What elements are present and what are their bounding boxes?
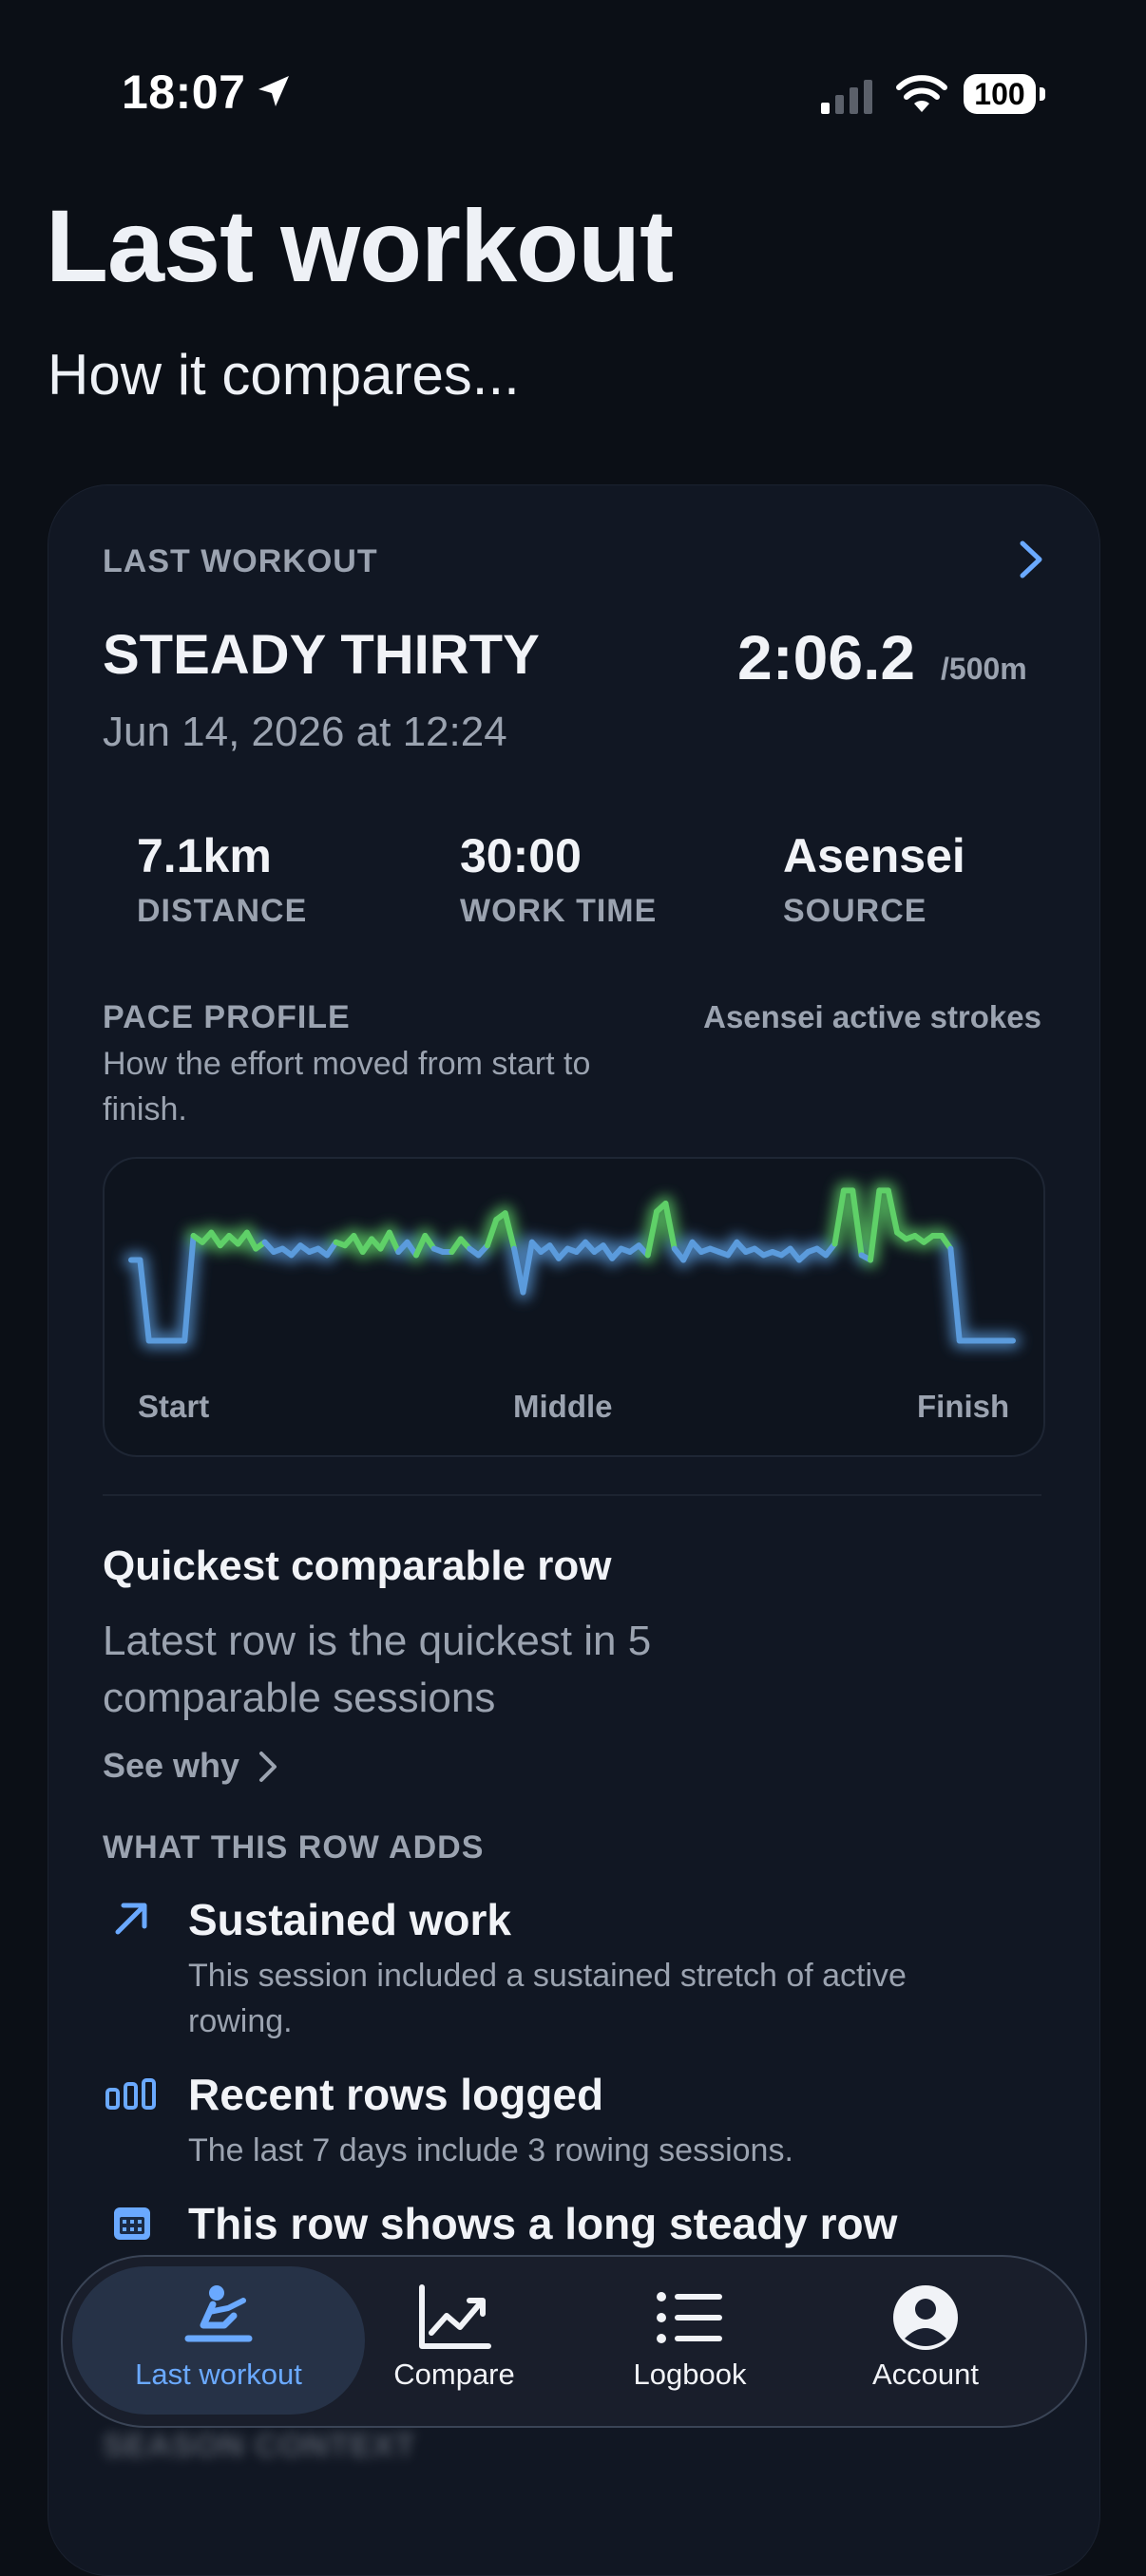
page-subtitle: How it compares... [48,343,520,407]
workout-name: STEADY THIRTY [103,624,540,686]
item-sustained-work-title: Sustained work [188,1895,511,1944]
item-recent-rows-title: Recent rows logged [188,2070,604,2119]
card-divider [103,1494,1041,1496]
pace-profile-chart [124,1183,1021,1349]
location-arrow-icon [258,76,289,106]
what-this-row-adds-label: WHAT THIS ROW ADDS [103,1829,485,1866]
arrow-up-right-icon [115,1903,147,1935]
chart-axis-start: Start [138,1389,210,1424]
cellular-signal-icon [821,80,872,114]
battery-icon: 100 [964,74,1045,116]
item-sustained-work-description: This session included a sustained stretc… [188,1958,907,2039]
chevron-right-icon[interactable] [257,1750,279,1784]
chevron-right-icon[interactable] [1015,540,1047,579]
card-header-label: LAST WORKOUT [103,543,378,579]
tab-last-workout[interactable]: Last workout [95,2283,342,2407]
workout-date: Jun 14, 2026 at 12:24 [103,709,507,755]
stat-work-time-label: WORK TIME [460,893,658,929]
quickest-row-title: Quickest comparable row [103,1543,612,1589]
tab-logbook[interactable]: Logbook [566,2283,813,2407]
average-pace: 2:06.2 [737,622,916,692]
stat-source-value: Asensei [783,829,965,882]
see-why-link[interactable]: See why [103,1746,239,1786]
status-time: 18:07 [122,66,246,119]
tab-compare[interactable]: Compare [331,2283,578,2407]
tab-label: Compare [393,2358,515,2391]
person-circle-icon [893,2285,958,2350]
stat-work-time-value: 30:00 [460,829,582,882]
tab-label: Account [871,2358,979,2391]
season-context-label: SEASON CONTEXT [103,2428,416,2464]
quickest-row-description: Latest row is the quickest in 5 comparab… [103,1618,652,1721]
wifi-icon [896,75,947,112]
pace-profile-source: Asensei active strokes [703,999,1041,1034]
item-recent-rows-description: The last 7 days include 3 rowing session… [188,2132,793,2169]
status-bar: 18:07 100 [0,65,1146,122]
stat-distance-value: 7.1km [137,829,272,882]
item-long-steady-row-title: This row shows a long steady row [188,2199,898,2248]
stat-distance-label: DISTANCE [137,893,308,929]
trend-chart-icon [419,2284,491,2349]
tab-label: Last workout [135,2358,302,2391]
bars-icon [105,2078,156,2110]
pace-profile-title: PACE PROFILE [103,999,351,1035]
pace-profile-description: How the effort moved from start to finis… [103,1046,591,1127]
battery-level: 100 [964,74,1036,114]
pace-unit: /500m [941,652,1027,686]
chart-axis-finish: Finish [917,1389,1010,1424]
list-icon [657,2292,722,2343]
page-title: Last workout [46,188,674,303]
stat-source-label: SOURCE [783,893,927,929]
tab-account[interactable]: Account [802,2283,1049,2407]
tab-label: Logbook [633,2358,747,2391]
rower-icon [184,2285,253,2342]
chart-axis-middle: Middle [513,1389,613,1424]
calendar-icon [114,2207,150,2240]
